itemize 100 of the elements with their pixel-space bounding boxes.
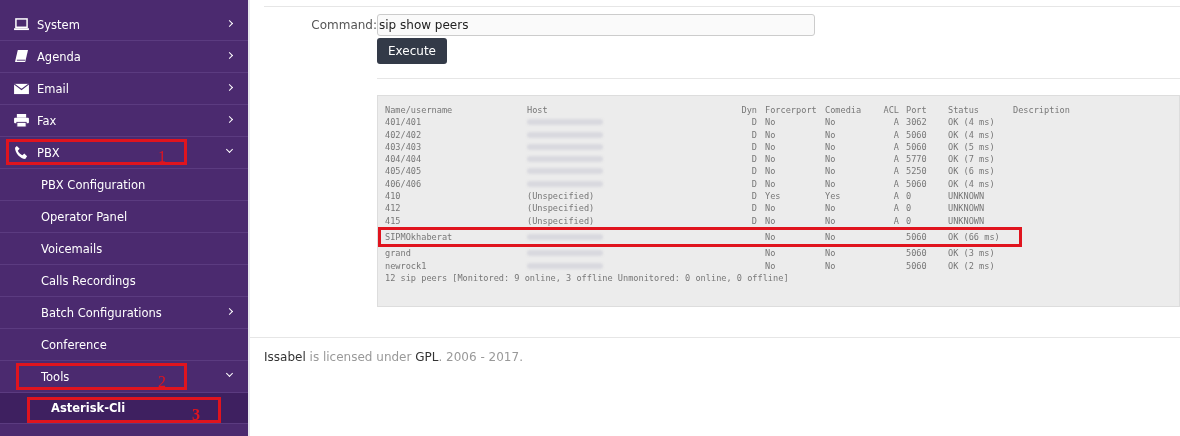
- table-cell-text: A: [892, 153, 900, 166]
- table-cell-text: No: [765, 214, 777, 227]
- table-cell-text: No: [765, 259, 777, 272]
- sidebar-item[interactable]: Email: [0, 73, 248, 105]
- field-label: Command:: [310, 17, 377, 34]
- table-cell-text: 5770: [906, 153, 928, 166]
- table-cell-text: No: [825, 202, 837, 215]
- table-cell-text: 0: [906, 190, 913, 203]
- table-cell-text: A: [892, 128, 900, 141]
- table-cell-text: D: [750, 214, 758, 227]
- table-cell-text: A: [892, 214, 900, 227]
- table-cell-text: No: [825, 230, 837, 244]
- phone-icon: [14, 146, 29, 159]
- table-cell-text: 415: [385, 214, 402, 227]
- sidebar-item[interactable]: Operator Panel: [0, 201, 248, 233]
- table-cell-text: No: [765, 177, 777, 191]
- column-header: Dyn: [740, 104, 758, 117]
- annotation-number: 2: [158, 373, 166, 391]
- table-cell-text: SIPMOkhaberat: [385, 230, 454, 244]
- table-cell-text: OK (5 ms): [948, 140, 996, 154]
- sidebar-item[interactable]: Conference: [0, 329, 248, 361]
- table-cell-text: (Unspecified): [527, 214, 596, 227]
- table-cell-text: A: [892, 177, 900, 191]
- table-cell-text: A: [892, 190, 900, 203]
- column-header: ACL: [882, 104, 900, 117]
- table-cell-text: 5060: [906, 247, 928, 260]
- table-cell-text: UNKNOWN: [948, 214, 986, 227]
- table-cell-text: 406/406: [385, 177, 423, 191]
- sidebar-item[interactable]: Agenda: [0, 41, 248, 73]
- table-cell-text: D: [750, 153, 758, 166]
- table-cell-text: OK (7 ms): [948, 153, 996, 166]
- sidebar-item[interactable]: PBX Configuration: [0, 169, 248, 201]
- table-cell-text: Yes: [765, 190, 782, 203]
- sidebar-item[interactable]: Asterisk-Cli 3: [0, 393, 248, 424]
- table-cell-text: No: [825, 259, 837, 272]
- sidebar-item[interactable]: Calls Recordings: [0, 265, 248, 297]
- table-cell-text: D: [750, 140, 758, 154]
- column-header: Port: [906, 104, 928, 117]
- sidebar-item[interactable]: Voicemails: [0, 233, 248, 265]
- table-cell-text: (Unspecified): [527, 202, 596, 215]
- column-header: Description: [1013, 104, 1071, 117]
- table-cell-text: No: [765, 165, 777, 178]
- column-header: Host: [527, 104, 549, 117]
- sidebar-item[interactable]: PBX 1: [0, 137, 248, 169]
- table-cell-text: newrock1: [385, 259, 428, 272]
- column-header: Forcerport: [765, 104, 818, 117]
- table-cell-text: No: [825, 116, 837, 129]
- table-cell-text: 5060: [906, 177, 928, 191]
- sidebar-item[interactable]: System: [0, 9, 248, 41]
- table-cell-text: No: [825, 247, 837, 260]
- table-cell-text: No: [765, 247, 777, 260]
- annotation-number: 3: [192, 406, 200, 424]
- table-cell-text: 5060: [906, 140, 928, 154]
- table-cell-text: D: [750, 128, 758, 141]
- table-cell-text: No: [825, 128, 837, 141]
- table-cell-text: 412: [385, 202, 402, 215]
- table-cell-text: 3062: [906, 116, 928, 129]
- annotation-number: 1: [158, 148, 166, 166]
- table-cell-text: Yes: [825, 190, 842, 203]
- table-cell-text: No: [825, 165, 837, 178]
- table-cell-text: 0: [906, 202, 913, 215]
- table-cell-text: UNKNOWN: [948, 202, 986, 215]
- table-cell-text: A: [892, 116, 900, 129]
- table-cell-text: grand: [385, 247, 412, 260]
- table-cell-text: D: [750, 190, 758, 203]
- table-cell-text: A: [892, 165, 900, 178]
- table-cell-text: UNKNOWN: [948, 190, 986, 203]
- table-cell-text: 401/401: [385, 116, 423, 129]
- table-cell-text: A: [892, 140, 900, 154]
- table-cell-text: 5060: [906, 259, 928, 272]
- summary-text: 12 sip peers [Monitored: 9 online, 3 offline Unmonitored: 0 online, 0 offline]: [385, 271, 790, 285]
- command-field[interactable]: sip show peers: [377, 14, 815, 36]
- table-cell-text: 405/405: [385, 165, 423, 178]
- sidebar-item[interactable]: Batch Configurations: [0, 297, 248, 329]
- table-cell-text: OK (6 ms): [948, 165, 996, 178]
- table-cell-text: 403/403: [385, 140, 423, 154]
- table-cell-text: OK (3 ms): [948, 247, 996, 260]
- table-cell-text: D: [750, 177, 758, 191]
- sidebar-item[interactable]: Fax: [0, 105, 248, 137]
- table-cell-text: No: [765, 140, 777, 154]
- column-header: Name/username: [385, 104, 454, 117]
- table-cell-text: OK (4 ms): [948, 116, 996, 129]
- table-cell-text: OK (2 ms): [948, 259, 996, 272]
- table-cell-text: No: [765, 153, 777, 166]
- table-cell-text: No: [765, 128, 777, 141]
- table-cell-text: A: [892, 202, 900, 215]
- envelope-icon: [14, 82, 29, 95]
- table-cell-text: D: [750, 116, 758, 129]
- table-cell-text: No: [765, 202, 777, 215]
- table-cell-text: No: [825, 214, 837, 227]
- table-cell-text: No: [765, 230, 777, 244]
- table-cell-text: D: [750, 202, 758, 215]
- table-cell-text: 5060: [906, 230, 928, 244]
- table-cell-text: 0: [906, 214, 913, 227]
- execute-button[interactable]: Execute: [377, 38, 447, 64]
- book-icon: [14, 50, 29, 63]
- table-cell-text: (Unspecified): [527, 190, 596, 203]
- footer-text: Issabel is licensed under GPL. 2006 - 2017.: [264, 350, 524, 364]
- table-cell-text: 402/402: [385, 128, 423, 141]
- table-cell-text: 410: [385, 190, 402, 203]
